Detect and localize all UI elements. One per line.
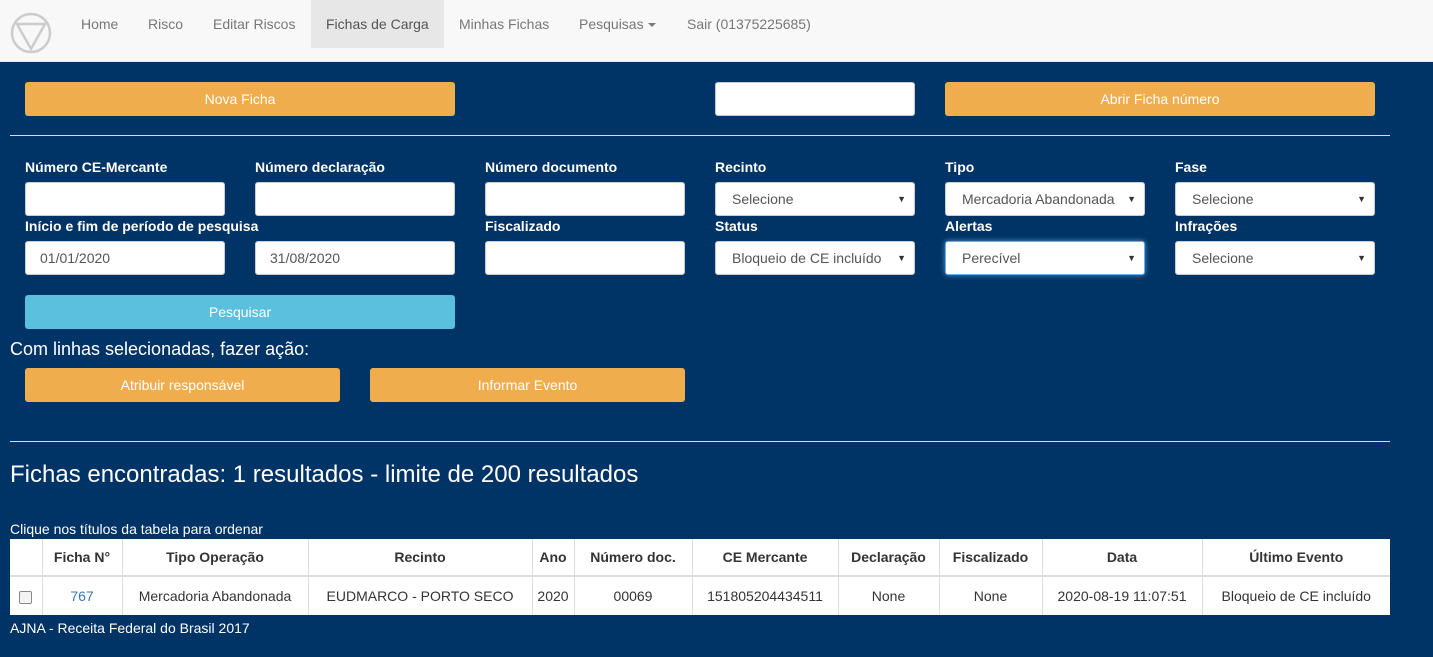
nav-pesquisas-dropdown[interactable]: Pesquisas (564, 0, 671, 48)
nav-fichas-de-carga[interactable]: Fichas de Carga (311, 0, 444, 48)
ficha-link[interactable]: 767 (70, 588, 93, 604)
dropdown-arrow-icon: ▼ (897, 194, 906, 204)
results-heading: Fichas encontradas: 1 resultados - limit… (10, 461, 639, 488)
pesquisar-button[interactable]: Pesquisar (25, 295, 455, 329)
recinto-select-value: Selecione (732, 191, 794, 207)
fase-select-value: Selecione (1192, 191, 1254, 207)
results-table: Ficha N° Tipo Operação Recinto Ano Númer… (10, 539, 1390, 615)
nav-editar-riscos[interactable]: Editar Riscos (198, 0, 310, 48)
numero-declaracao-label: Número declaração (255, 159, 385, 175)
row-checkbox[interactable] (19, 590, 33, 604)
numero-ce-label: Número CE-Mercante (25, 159, 168, 175)
informar-evento-button[interactable]: Informar Evento (370, 368, 685, 402)
footer-text: AJNA - Receita Federal do Brasil 2017 (10, 620, 250, 636)
column-header-numero-doc[interactable]: Número doc. (574, 539, 693, 577)
ficha-cell: 767 (42, 576, 123, 615)
numero-documento-label: Número documento (485, 159, 618, 175)
row-select-cell (10, 576, 43, 615)
column-header-tipo-operacao[interactable]: Tipo Operação (122, 539, 309, 577)
column-header-data[interactable]: Data (1042, 539, 1203, 577)
alertas-select[interactable]: Perecível ▼ (945, 241, 1145, 275)
column-header-ano[interactable]: Ano (532, 539, 575, 577)
dropdown-arrow-icon: ▼ (1127, 253, 1136, 263)
ce-mercante-cell: 151805204434511 (692, 576, 839, 615)
numero-documento-input[interactable] (485, 182, 685, 216)
top-navbar: Home Risco Editar Riscos Fichas de Carga… (0, 0, 1433, 62)
periodo-start-input[interactable]: 01/01/2020 (25, 241, 225, 275)
data-cell: 2020-08-19 11:07:51 (1042, 576, 1203, 615)
numero-declaracao-input[interactable] (255, 182, 455, 216)
dropdown-arrow-icon: ▼ (897, 253, 906, 263)
caret-down-icon (647, 23, 656, 28)
table-header-row: Ficha N° Tipo Operação Recinto Ano Númer… (10, 539, 1390, 577)
status-select-value: Bloqueio de CE incluído (732, 250, 882, 266)
tipo-label: Tipo (945, 159, 975, 175)
status-label: Status (715, 218, 758, 234)
atribuir-responsavel-button[interactable]: Atribuir responsável (25, 368, 340, 402)
alertas-label: Alertas (945, 218, 993, 234)
abrir-ficha-button[interactable]: Abrir Ficha número (945, 82, 1375, 116)
tipo-select-value: Mercadoria Abandonada (962, 191, 1115, 207)
table-row: 767 Mercadoria Abandonada EUDMARCO - POR… (10, 576, 1390, 615)
dropdown-arrow-icon: ▼ (1357, 194, 1366, 204)
column-header-ultimo-evento[interactable]: Último Evento (1202, 539, 1390, 577)
nav-home[interactable]: Home (66, 0, 133, 48)
bulk-action-title: Com linhas selecionadas, fazer ação: (10, 339, 310, 359)
sort-hint: Clique nos títulos da tabela para ordena… (10, 521, 263, 537)
ano-cell: 2020 (532, 576, 575, 615)
dropdown-arrow-icon: ▼ (1127, 194, 1136, 204)
periodo-end-input[interactable]: 31/08/2020 (255, 241, 455, 275)
column-header-ficha[interactable]: Ficha N° (42, 539, 123, 577)
recinto-select[interactable]: Selecione ▼ (715, 182, 915, 216)
column-header-recinto[interactable]: Recinto (308, 539, 533, 577)
ficha-numero-input[interactable] (715, 82, 915, 116)
fiscalizado-cell: None (939, 576, 1043, 615)
column-header-fiscalizado[interactable]: Fiscalizado (939, 539, 1043, 577)
dropdown-arrow-icon: ▼ (1357, 253, 1366, 263)
nav-sair[interactable]: Sair (01375225685) (672, 0, 826, 48)
periodo-label: Início e fim de período de pesquisa (25, 218, 259, 234)
numero-doc-cell: 00069 (574, 576, 693, 615)
tipo-select[interactable]: Mercadoria Abandonada ▼ (945, 182, 1145, 216)
divider (10, 441, 1390, 442)
fase-select[interactable]: Selecione ▼ (1175, 182, 1375, 216)
fase-label: Fase (1175, 159, 1207, 175)
nav-minhas-fichas[interactable]: Minhas Fichas (444, 0, 564, 48)
divider (10, 135, 1390, 136)
alertas-select-value: Perecível (962, 250, 1021, 266)
recinto-cell: EUDMARCO - PORTO SECO (308, 576, 533, 615)
declaracao-cell: None (838, 576, 940, 615)
numero-ce-input[interactable] (25, 182, 225, 216)
nav-pesquisas-label: Pesquisas (579, 16, 644, 32)
status-select[interactable]: Bloqueio de CE incluído ▼ (715, 241, 915, 275)
nova-ficha-button[interactable]: Nova Ficha (25, 82, 455, 116)
nav-risco[interactable]: Risco (133, 0, 198, 48)
fiscalizado-input[interactable] (485, 241, 685, 275)
logo-icon[interactable] (10, 12, 52, 54)
infracoes-select-value: Selecione (1192, 250, 1254, 266)
recinto-label: Recinto (715, 159, 767, 175)
fiscalizado-label: Fiscalizado (485, 218, 561, 234)
column-header-declaracao[interactable]: Declaração (838, 539, 940, 577)
infracoes-select[interactable]: Selecione ▼ (1175, 241, 1375, 275)
ultimo-evento-cell: Bloqueio de CE incluído (1221, 588, 1371, 604)
column-header-select (10, 539, 43, 577)
column-header-ce-mercante[interactable]: CE Mercante (692, 539, 839, 577)
infracoes-label: Infrações (1175, 218, 1238, 234)
tipo-operacao-cell: Mercadoria Abandonada (122, 576, 309, 615)
main-content: Nova Ficha Abrir Ficha número Número CE-… (0, 62, 1433, 657)
